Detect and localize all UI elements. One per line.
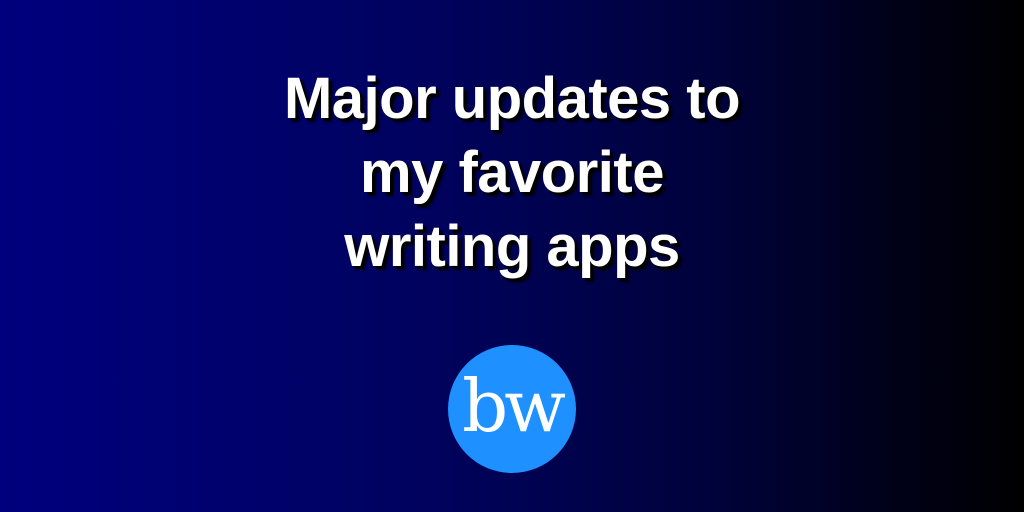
headline-line-3: writing apps [344,214,680,279]
headline-line-1: Major updates to [283,66,741,131]
bw-logo: bw [448,345,576,473]
logo-text: bw [462,364,566,448]
banner-image: Major updates to my favorite writing app… [0,0,1024,512]
headline-line-2: my favorite [360,140,664,205]
headline: Major updates to my favorite writing app… [0,62,1024,284]
